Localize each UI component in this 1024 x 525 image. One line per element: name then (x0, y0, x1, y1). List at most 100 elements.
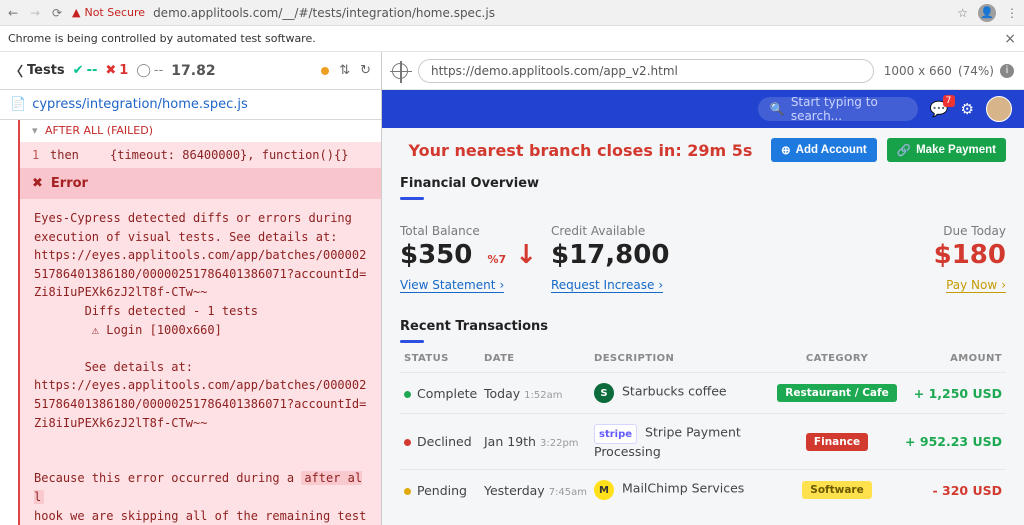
merchant-logo-icon: M (594, 480, 614, 500)
tests-label: Tests (27, 63, 65, 78)
infobar-text: Chrome is being controlled by automated … (8, 32, 316, 45)
check-icon: ✔ (73, 63, 84, 78)
summary-cards: Total Balance $350 %7 ↓ View Statement ›… (400, 224, 1006, 293)
settings-icon[interactable]: ⚙ (961, 100, 974, 118)
category-tag: Software (802, 481, 871, 499)
pass-count: ✔ -- (73, 63, 98, 78)
date-cell: Today1:52am (484, 386, 594, 401)
category-tag: Restaurant / Cafe (777, 384, 896, 402)
rerun-icon[interactable]: ↻ (360, 63, 371, 78)
error-title: Error (51, 176, 88, 191)
col-amount: AMOUNT (902, 353, 1002, 364)
chevron-right-icon: › (499, 278, 504, 292)
hook-label: AFTER ALL (45, 124, 103, 137)
viewport-meta: 1000 x 660 (74%) i (884, 64, 1014, 78)
pay-now-link[interactable]: Pay Now › (946, 278, 1006, 293)
circle-icon: ◯ (136, 63, 151, 78)
expand-icon[interactable]: ⇅ (339, 63, 350, 78)
link-icon: 🔗 (897, 143, 911, 157)
insecure-label: Not Secure (84, 6, 145, 19)
file-icon: 📄 (10, 97, 26, 112)
command-args: {timeout: 86400000}, function(){} (110, 148, 348, 162)
star-icon[interactable]: ☆ (957, 6, 968, 20)
chevron-left-icon: 〈 (10, 61, 23, 80)
add-account-button[interactable]: ⊕ Add Account (771, 138, 877, 162)
col-category: CATEGORY (772, 353, 902, 364)
make-payment-button[interactable]: 🔗 Make Payment (887, 138, 1006, 162)
table-row[interactable]: PendingYesterday7:45amMMailChimp Service… (400, 469, 1006, 510)
cypress-panel: 〈 Tests ✔ -- ✖ 1 ◯ -- 17.82 ⇅ ↻ 📄 (0, 52, 382, 525)
command-keyword: then (50, 148, 110, 162)
messages-icon[interactable]: 💬 7 (930, 100, 949, 118)
browser-toolbar: ← → ⟳ ▲ Not Secure demo.applitools.com/_… (0, 0, 1024, 26)
search-icon: 🔍 (770, 102, 785, 116)
transactions-section: Recent Transactions STATUS DATE DESCRIPT… (400, 319, 1006, 510)
category-cell: Software (772, 481, 902, 499)
spec-file-bar[interactable]: 📄 cypress/integration/home.spec.js (0, 90, 381, 120)
error-body: Eyes-Cypress detected diffs or errors du… (20, 199, 381, 525)
reload-icon[interactable]: ⟳ (50, 6, 64, 20)
chevron-right-icon: › (658, 278, 663, 292)
desc-cell: SStarbucks coffee (594, 383, 772, 403)
status-cell: Complete (404, 386, 484, 401)
automation-infobar: Chrome is being controlled by automated … (0, 26, 1024, 52)
transactions-title: Recent Transactions (400, 319, 1006, 334)
kebab-menu-icon[interactable]: ⋮ (1006, 6, 1018, 20)
top-actions: Your nearest branch closes in: 29m 5s ⊕ … (400, 138, 1006, 162)
forward-icon[interactable]: → (28, 6, 42, 20)
tests-back-button[interactable]: 〈 Tests (10, 61, 65, 80)
x-icon: ✖ (105, 63, 116, 78)
amount-cell: - 320 USD (902, 483, 1002, 498)
card-label: Due Today (934, 224, 1006, 238)
viewer-header: https://demo.applitools.com/app_v2.html … (382, 52, 1024, 90)
preview-panel: https://demo.applitools.com/app_v2.html … (382, 52, 1024, 525)
avatar[interactable] (986, 96, 1012, 122)
card-label: Credit Available (551, 224, 920, 238)
category-cell: Restaurant / Cafe (772, 384, 902, 402)
plus-icon: ⊕ (781, 143, 791, 157)
command-row[interactable]: 1 then {timeout: 86400000}, function(){} (20, 141, 381, 168)
card-value: $17,800 (551, 240, 920, 270)
date-cell: Yesterday7:45am (484, 483, 594, 498)
card-total-balance: Total Balance $350 %7 ↓ View Statement › (400, 224, 537, 293)
fail-count: ✖ 1 (105, 63, 128, 78)
chevron-right-icon: › (1001, 278, 1006, 292)
category-cell: Finance (772, 433, 902, 451)
error-header: ✖ Error (20, 168, 381, 199)
close-icon[interactable]: × (1004, 31, 1016, 47)
spec-path: cypress/integration/home.spec.js (32, 97, 248, 112)
desc-cell: MMailChimp Services (594, 480, 772, 500)
error-icon: ✖ (32, 176, 43, 191)
amount-cell: + 952.23 USD (902, 434, 1002, 449)
selector-playground-icon[interactable] (392, 63, 408, 79)
category-tag: Finance (806, 433, 868, 451)
card-label: Total Balance (400, 224, 537, 238)
status-cell: Pending (404, 483, 484, 498)
hook-header[interactable]: ▾ AFTER ALL (FAILED) (20, 120, 381, 141)
overview-title: Financial Overview (400, 176, 1006, 191)
hook-status: (FAILED) (107, 124, 153, 137)
command-index: 1 (32, 148, 50, 162)
table-row[interactable]: DeclinedJan 19th3:22pmstripeStripe Payme… (400, 413, 1006, 469)
viewport-zoom: (74%) (958, 64, 994, 78)
view-statement-link[interactable]: View Statement › (400, 278, 504, 293)
info-icon[interactable]: i (1000, 64, 1014, 78)
transactions-header: STATUS DATE DESCRIPTION CATEGORY AMOUNT (400, 343, 1006, 372)
arrow-down-icon: ↓ (515, 240, 537, 270)
triangle-down-icon: ▾ (32, 124, 38, 137)
status-dot-icon (404, 488, 411, 495)
col-desc: DESCRIPTION (594, 353, 772, 364)
notif-badge: 7 (943, 95, 955, 107)
profile-icon[interactable]: 👤 (978, 4, 996, 22)
search-input[interactable]: 🔍 Start typing to search... (758, 97, 918, 121)
app-url-box[interactable]: https://demo.applitools.com/app_v2.html (418, 59, 874, 83)
request-increase-link[interactable]: Request Increase › (551, 278, 663, 293)
address-bar[interactable]: demo.applitools.com/__/#/tests/integrati… (153, 6, 495, 20)
status-dot-icon (404, 439, 411, 446)
back-icon[interactable]: ← (6, 6, 20, 20)
date-cell: Jan 19th3:22pm (484, 434, 594, 449)
title-underline (400, 197, 424, 200)
table-row[interactable]: CompleteToday1:52amSStarbucks coffee Rest… (400, 372, 1006, 413)
status-dot-icon (404, 391, 411, 398)
warning-icon: ▲ (72, 6, 80, 19)
